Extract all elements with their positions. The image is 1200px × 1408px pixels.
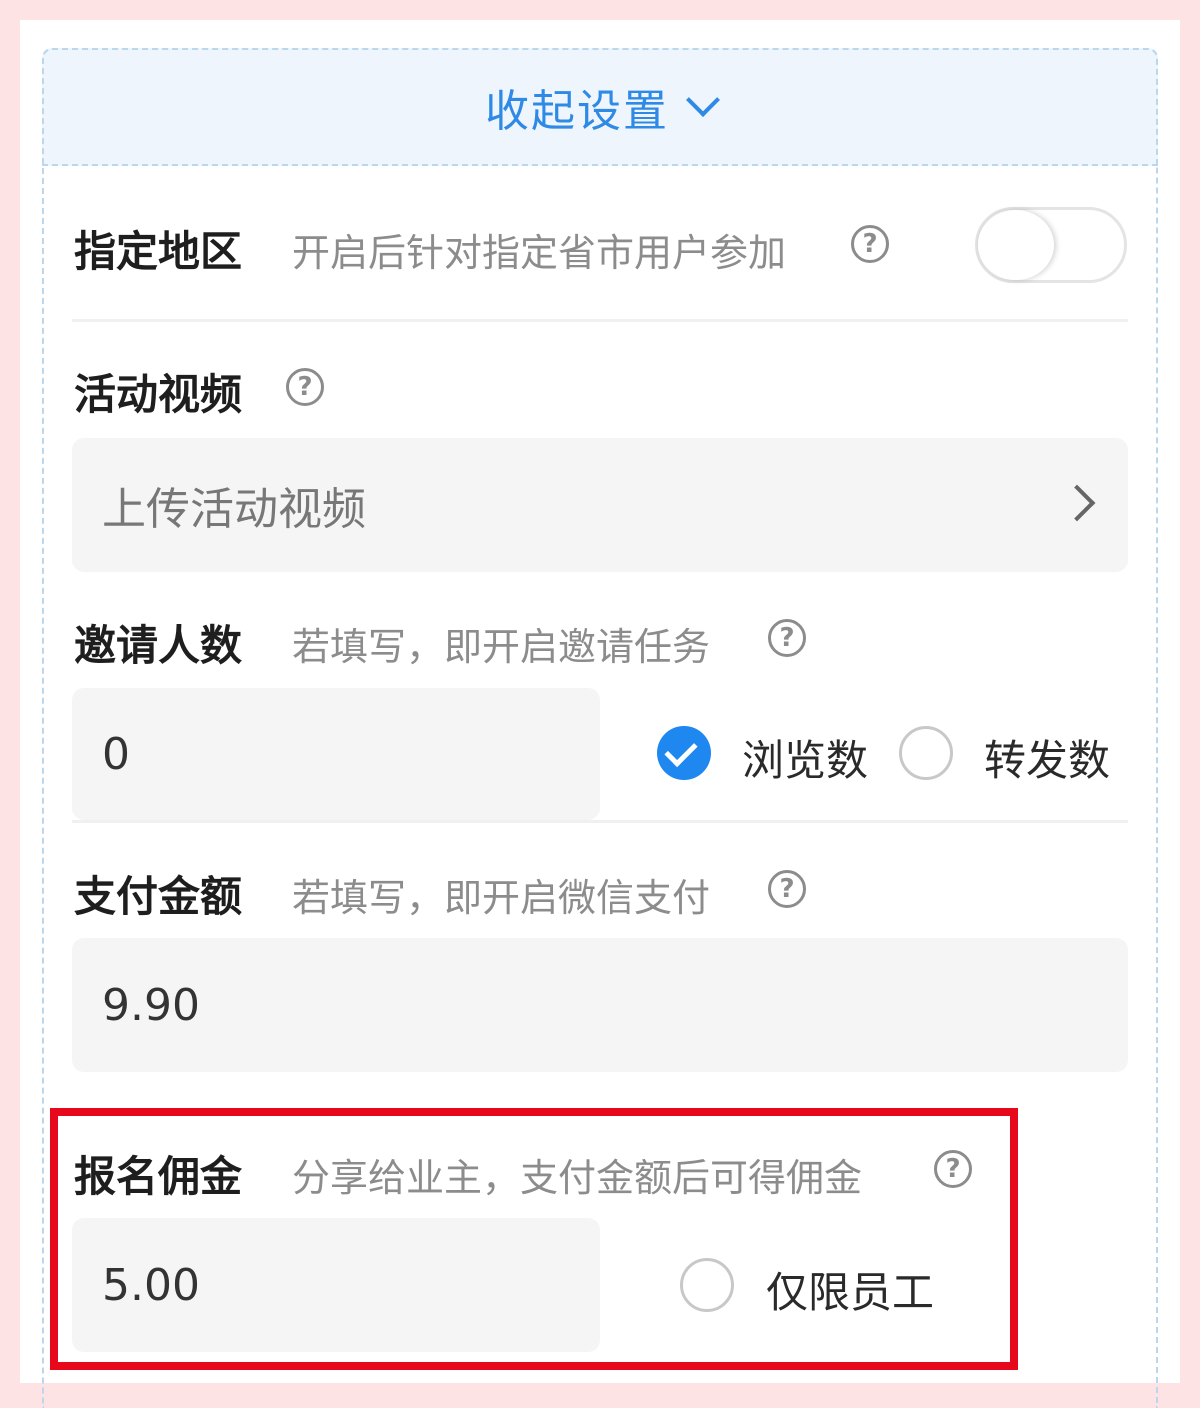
shares-label[interactable]: 转发数 [984, 727, 1110, 788]
help-icon[interactable]: ? [851, 225, 889, 263]
region-hint: 开启后针对指定省市用户参加 [292, 231, 787, 275]
help-icon[interactable]: ? [768, 870, 806, 908]
payment-amount-value: 9.90 [102, 979, 200, 1031]
invite-title: 邀请人数 [74, 621, 243, 670]
upload-video-label: 上传活动视频 [102, 484, 366, 535]
toggle-knob [978, 210, 1054, 280]
chevron-down-icon [686, 83, 720, 117]
invite-count-input[interactable]: 0 [72, 688, 600, 820]
views-label[interactable]: 浏览数 [742, 727, 868, 788]
highlight-annotation [50, 1108, 1018, 1370]
upload-video-button[interactable]: 上传活动视频 [72, 438, 1128, 572]
help-icon[interactable]: ? [768, 619, 806, 657]
invite-hint: 若填写，即开启邀请任务 [292, 625, 711, 669]
divider [72, 820, 1128, 823]
video-title: 活动视频 [74, 370, 243, 419]
views-radio[interactable] [657, 726, 711, 780]
payment-hint: 若填写，即开启微信支付 [292, 876, 711, 920]
shares-radio[interactable] [899, 726, 953, 780]
help-icon[interactable]: ? [286, 368, 324, 406]
payment-title: 支付金额 [74, 872, 243, 921]
region-toggle[interactable] [975, 207, 1127, 283]
collapse-settings-button[interactable]: 收起设置 [42, 48, 1158, 166]
region-title: 指定地区 [74, 227, 243, 276]
invite-count-value: 0 [102, 728, 130, 780]
collapse-settings-label: 收起设置 [485, 86, 669, 137]
divider [72, 319, 1128, 322]
payment-amount-input[interactable]: 9.90 [72, 938, 1128, 1072]
